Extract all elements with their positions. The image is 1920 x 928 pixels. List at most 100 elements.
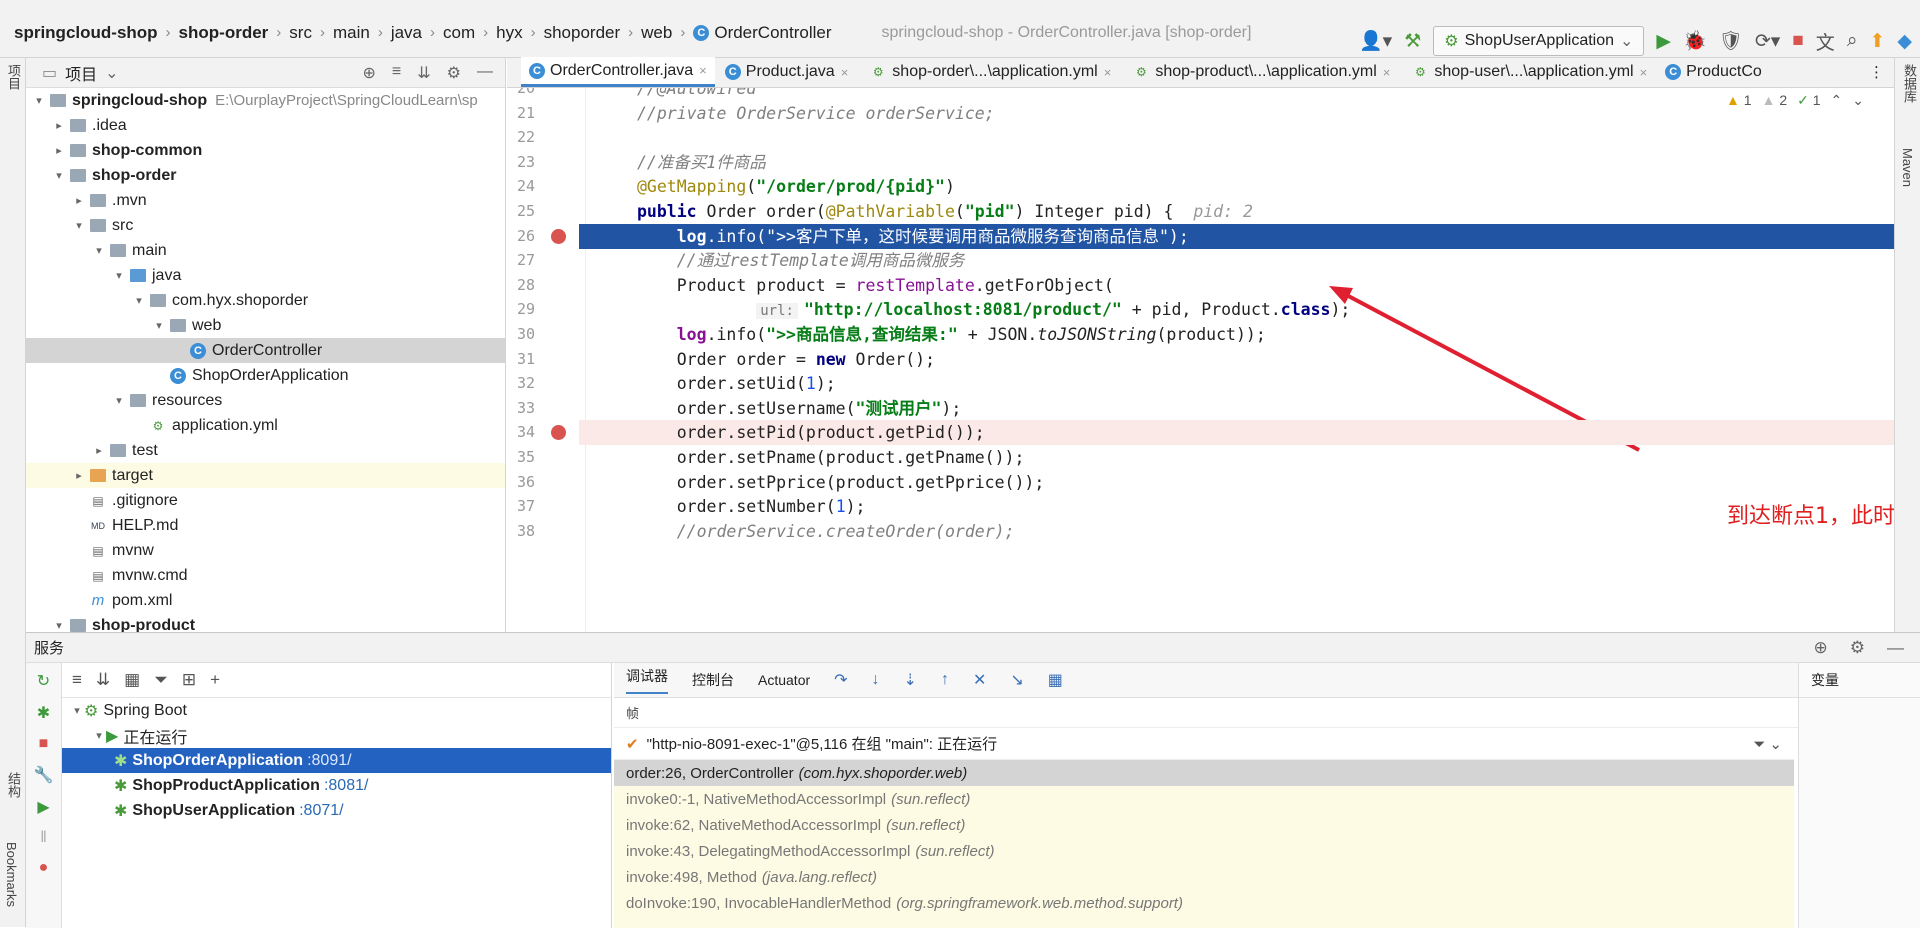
user-icon[interactable]: 👤▾	[1359, 29, 1392, 53]
update-icon[interactable]: ⬆	[1869, 30, 1885, 53]
breadcrumb-item[interactable]: src	[289, 23, 312, 43]
tree-item[interactable]: ▾ java	[26, 263, 505, 288]
tree-item[interactable]: ▸ .idea	[26, 113, 505, 138]
service-port[interactable]: :8091/	[307, 752, 351, 770]
tree-item[interactable]: ▸ shop-common	[26, 138, 505, 163]
tree-item[interactable]: C OrderController	[26, 338, 505, 363]
maven-tool-tab[interactable]: Maven	[1900, 148, 1915, 187]
code-line[interactable]: 33 order.setUsername("测试用户");	[507, 396, 1894, 421]
editor-tab[interactable]: C ProductCo	[1657, 57, 1770, 87]
chevron-down-icon[interactable]: ⌄	[105, 63, 118, 83]
code-area[interactable]: ▲ 1 ▲ 2 ✓ 1 ⌃ ⌄ 到达断点1，此时是商品微服务 20//@Auto…	[507, 88, 1894, 632]
tree-item[interactable]: ▾ shop-order	[26, 163, 505, 188]
service-item[interactable]: ▾ ▶ 正在运行	[62, 723, 611, 748]
step-out-icon[interactable]: ↑	[941, 671, 949, 689]
chevron-icon[interactable]: ▾	[72, 219, 86, 232]
code-line[interactable]: 22	[507, 125, 1894, 150]
code-line[interactable]: 28 Product product = restTemplate.getFor…	[507, 273, 1894, 298]
structure-tool-tab[interactable]: 结构	[4, 772, 23, 798]
filter-icon[interactable]: ⏷ ⌄	[1753, 735, 1794, 753]
tree-item[interactable]: MD HELP.md	[26, 513, 505, 538]
profile-icon[interactable]: ⟳▾	[1755, 30, 1780, 53]
chevron-icon[interactable]: ▾	[52, 169, 66, 182]
code-line[interactable]: 34 order.setPid(product.getPid());	[517, 420, 1894, 446]
tree-item[interactable]: ▾ web	[26, 313, 505, 338]
breadcrumb-item[interactable]: OrderController	[714, 23, 831, 43]
code-line[interactable]: 27 //通过restTemplate调用商品微服务	[507, 248, 1894, 273]
editor-tab[interactable]: C OrderController.java ×	[521, 57, 715, 87]
code-line[interactable]: 21 //private OrderService orderService;	[507, 101, 1894, 126]
expand-all-icon[interactable]: ≡	[392, 63, 401, 83]
resume-icon[interactable]: ▶	[37, 797, 49, 817]
group-icon[interactable]: ▦	[124, 670, 140, 690]
chevron-icon[interactable]: ▾	[132, 294, 146, 307]
tree-item[interactable]: ▸ .mvn	[26, 188, 505, 213]
step-over-icon[interactable]: ↷	[834, 670, 847, 690]
run-to-cursor-icon[interactable]: ↘	[1010, 670, 1023, 690]
tree-item[interactable]: ▾ src	[26, 213, 505, 238]
breadcrumb-item[interactable]: java	[391, 23, 422, 43]
close-icon[interactable]: ×	[841, 65, 849, 80]
stack-frame[interactable]: order:26, OrderController (com.hyx.shopo…	[614, 760, 1794, 786]
chevron-icon[interactable]: ▸	[52, 119, 66, 132]
plugin-icon[interactable]: ◆	[1897, 30, 1912, 53]
breakpoint-icon[interactable]	[551, 228, 566, 244]
close-icon[interactable]: ×	[699, 63, 707, 78]
debug-icon[interactable]: 🐞	[1683, 29, 1707, 53]
tree-item[interactable]: C ShopOrderApplication	[26, 363, 505, 388]
code-line[interactable]: 38 //orderService.createOrder(order);	[507, 519, 1894, 544]
code-line[interactable]: 31 Order order = new Order();	[507, 347, 1894, 372]
tree-item[interactable]: ▾ com.hyx.shoporder	[26, 288, 505, 313]
gear-icon[interactable]: ⚙	[1850, 638, 1865, 658]
service-port[interactable]: :8071/	[299, 802, 343, 820]
new-tab-icon[interactable]: ⊞	[182, 670, 196, 690]
translate-icon[interactable]: 文	[1816, 28, 1835, 55]
tree-item[interactable]: ▤ mvnw.cmd	[26, 563, 505, 588]
stack-frame[interactable]: doInvoke:190, InvocableHandlerMethod (or…	[614, 890, 1794, 916]
breadcrumb-item[interactable]: web	[641, 23, 672, 43]
chevron-icon[interactable]: ▾	[70, 704, 84, 717]
tree-item[interactable]: ▾ springcloud-shop E:\OurplayProject\Sprin…	[26, 88, 505, 113]
settings-icon[interactable]: 🔧	[34, 765, 54, 785]
chevron-icon[interactable]: ▾	[52, 619, 66, 632]
breadcrumb-item[interactable]: shop-order	[179, 23, 269, 43]
filter-icon[interactable]: ⏷	[154, 670, 168, 690]
chevron-icon[interactable]: ▸	[52, 144, 66, 157]
project-tool-tab[interactable]: 项目	[4, 64, 23, 90]
breakpoints-icon[interactable]: ●	[39, 859, 49, 877]
search-icon[interactable]: ⌕	[1847, 30, 1858, 52]
run-configuration-select[interactable]: ⚙ ShopUserApplication ⌄	[1433, 26, 1645, 56]
service-item[interactable]: ✱ ShopOrderApplication :8091/	[62, 748, 611, 773]
service-port[interactable]: :8081/	[324, 777, 368, 795]
breadcrumb-item[interactable]: com	[443, 23, 475, 43]
tree-item[interactable]: m pom.xml	[26, 588, 505, 613]
collapse-all-icon[interactable]: ⇊	[96, 670, 110, 690]
debugger-tab[interactable]: 控制台	[692, 670, 734, 690]
build-icon[interactable]: ⚒	[1404, 30, 1421, 53]
code-line[interactable]: 36 order.setPprice(product.getPprice());	[507, 470, 1894, 495]
code-line[interactable]: 35 order.setPname(product.getPname());	[507, 445, 1894, 470]
chevron-icon[interactable]: ▾	[32, 94, 46, 107]
close-icon[interactable]: ×	[1640, 65, 1648, 80]
drop-frame-icon[interactable]: ✕	[973, 670, 986, 690]
chevron-icon[interactable]: ▾	[152, 319, 166, 332]
stack-frame[interactable]: invoke:62, NativeMethodAccessorImpl (sun…	[614, 812, 1794, 838]
tree-item[interactable]: ▾ main	[26, 238, 505, 263]
stack-frame[interactable]: invoke:498, Method (java.lang.reflect)	[614, 864, 1794, 890]
editor-tab[interactable]: ⚙ shop-order\...\application.yml ×	[858, 57, 1119, 87]
tree-item[interactable]: ▾ resources	[26, 388, 505, 413]
close-icon[interactable]: ×	[1383, 65, 1391, 80]
tree-item[interactable]: ▸ target	[26, 463, 505, 488]
editor-tab[interactable]: ⚙ shop-product\...\application.yml ×	[1121, 57, 1398, 87]
locate-icon[interactable]: ⊕	[363, 63, 376, 83]
service-item[interactable]: ▾ ⚙ Spring Boot	[62, 698, 611, 723]
hide-icon[interactable]: —	[1887, 638, 1904, 658]
stack-frame[interactable]: invoke:43, DelegatingMethodAccessorImpl …	[614, 838, 1794, 864]
code-line[interactable]: 24 @GetMapping("/order/prod/{pid}")	[507, 174, 1894, 199]
bookmarks-tool-tab[interactable]: Bookmarks	[4, 842, 19, 907]
coverage-icon[interactable]: 🛡	[1719, 29, 1743, 53]
collapse-all-icon[interactable]: ⇊	[417, 63, 430, 83]
stop-icon[interactable]: ■	[39, 735, 49, 753]
evaluate-icon[interactable]: ▦	[1048, 670, 1063, 690]
chevron-icon[interactable]: ▸	[92, 444, 106, 457]
